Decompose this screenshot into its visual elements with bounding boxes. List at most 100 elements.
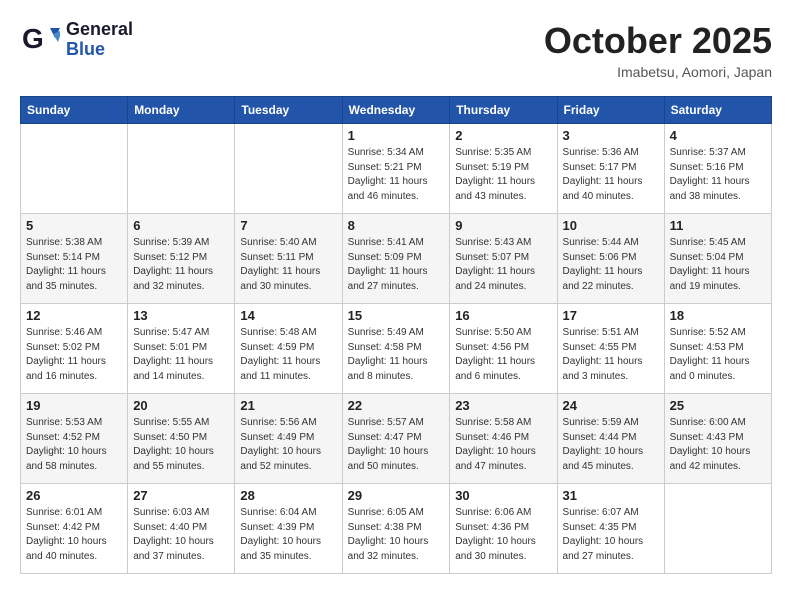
day-number: 4: [670, 128, 766, 143]
day-number: 14: [240, 308, 336, 323]
calendar-cell: 6 Sunrise: 5:39 AM Sunset: 5:12 PM Daylig…: [128, 214, 235, 304]
calendar-cell: 17 Sunrise: 5:51 AM Sunset: 4:55 PM Dayli…: [557, 304, 664, 394]
day-number: 29: [348, 488, 445, 503]
day-info: Sunrise: 5:36 AM Sunset: 5:17 PM Dayligh…: [563, 146, 659, 204]
calendar-cell: 14Sunrise: 5:48 AM Sunset: 4:59 PM Dayli…: [235, 304, 342, 394]
calendar-body: 1 Sunrise: 5:34 AM Sunset: 5:21 PM Daylig…: [21, 124, 772, 574]
calendar-cell: 2Sunrise: 5:35 AM Sunset: 5:19 PM Daylig…: [450, 124, 557, 214]
calendar-cell: 18 Sunrise: 5:52 AM Sunset: 4:53 PM Dayli…: [664, 304, 771, 394]
day-info: Sunrise: 5:39 AM Sunset: 5:12 PM Dayligh…: [133, 236, 229, 294]
day-info: Sunrise: 5:43 AM Sunset: 5:07 PM Dayligh…: [455, 236, 551, 294]
calendar-cell: 27 Sunrise: 6:03 AM Sunset: 4:40 PM Dayli…: [128, 484, 235, 574]
calendar-cell: 23 Sunrise: 5:58 AM Sunset: 4:46 PM Dayli…: [450, 394, 557, 484]
calendar-cell: 21 Sunrise: 5:56 AM Sunset: 4:49 PM Dayli…: [235, 394, 342, 484]
day-number: 31: [563, 488, 659, 503]
calendar-cell: 13 Sunrise: 5:47 AM Sunset: 5:01 PM Dayli…: [128, 304, 235, 394]
day-number: 10: [563, 218, 659, 233]
calendar-cell: 12 Sunrise: 5:46 AM Sunset: 5:02 PM Dayli…: [21, 304, 128, 394]
day-number: 27: [133, 488, 229, 503]
calendar-cell: 7 Sunrise: 5:40 AM Sunset: 5:11 PM Daylig…: [235, 214, 342, 304]
calendar-cell: 9Sunrise: 5:43 AM Sunset: 5:07 PM Daylig…: [450, 214, 557, 304]
calendar-cell: 31 Sunrise: 6:07 AM Sunset: 4:35 PM Dayli…: [557, 484, 664, 574]
weekday-thursday: Thursday: [450, 97, 557, 124]
calendar-cell: 19 Sunrise: 5:53 AM Sunset: 4:52 PM Dayli…: [21, 394, 128, 484]
week-row-5: 26 Sunrise: 6:01 AM Sunset: 4:42 PM Dayli…: [21, 484, 772, 574]
weekday-tuesday: Tuesday: [235, 97, 342, 124]
calendar-cell: [128, 124, 235, 214]
day-info: Sunrise: 6:03 AM Sunset: 4:40 PM Dayligh…: [133, 506, 229, 564]
day-info: Sunrise: 5:56 AM Sunset: 4:49 PM Dayligh…: [240, 416, 336, 474]
day-number: 16: [455, 308, 551, 323]
week-row-3: 12 Sunrise: 5:46 AM Sunset: 5:02 PM Dayli…: [21, 304, 772, 394]
week-row-1: 1 Sunrise: 5:34 AM Sunset: 5:21 PM Daylig…: [21, 124, 772, 214]
logo-text: General Blue: [66, 20, 133, 60]
calendar-cell: 20 Sunrise: 5:55 AM Sunset: 4:50 PM Dayli…: [128, 394, 235, 484]
day-number: 28: [240, 488, 336, 503]
day-number: 25: [670, 398, 766, 413]
month-title: October 2025: [544, 20, 772, 62]
calendar-cell: 16Sunrise: 5:50 AM Sunset: 4:56 PM Dayli…: [450, 304, 557, 394]
day-info: Sunrise: 5:40 AM Sunset: 5:11 PM Dayligh…: [240, 236, 336, 294]
calendar-cell: 22 Sunrise: 5:57 AM Sunset: 4:47 PM Dayli…: [342, 394, 450, 484]
day-number: 3: [563, 128, 659, 143]
day-number: 6: [133, 218, 229, 233]
day-number: 23: [455, 398, 551, 413]
day-info: Sunrise: 5:38 AM Sunset: 5:14 PM Dayligh…: [26, 236, 122, 294]
day-info: Sunrise: 5:58 AM Sunset: 4:46 PM Dayligh…: [455, 416, 551, 474]
day-info: Sunrise: 6:07 AM Sunset: 4:35 PM Dayligh…: [563, 506, 659, 564]
day-info: Sunrise: 5:51 AM Sunset: 4:55 PM Dayligh…: [563, 326, 659, 384]
day-number: 8: [348, 218, 445, 233]
calendar-cell: 11Sunrise: 5:45 AM Sunset: 5:04 PM Dayli…: [664, 214, 771, 304]
day-info: Sunrise: 5:59 AM Sunset: 4:44 PM Dayligh…: [563, 416, 659, 474]
day-number: 30: [455, 488, 551, 503]
day-number: 7: [240, 218, 336, 233]
logo-line2: Blue: [66, 40, 133, 60]
calendar-cell: 3 Sunrise: 5:36 AM Sunset: 5:17 PM Daylig…: [557, 124, 664, 214]
day-number: 20: [133, 398, 229, 413]
day-info: Sunrise: 6:05 AM Sunset: 4:38 PM Dayligh…: [348, 506, 445, 564]
title-block: October 2025 Imabetsu, Aomori, Japan: [544, 20, 772, 80]
calendar-cell: 25 Sunrise: 6:00 AM Sunset: 4:43 PM Dayli…: [664, 394, 771, 484]
day-number: 17: [563, 308, 659, 323]
day-info: Sunrise: 5:49 AM Sunset: 4:58 PM Dayligh…: [348, 326, 445, 384]
weekday-monday: Monday: [128, 97, 235, 124]
svg-text:G: G: [22, 23, 44, 54]
day-number: 1: [348, 128, 445, 143]
day-info: Sunrise: 5:52 AM Sunset: 4:53 PM Dayligh…: [670, 326, 766, 384]
calendar-cell: [21, 124, 128, 214]
calendar-cell: 15 Sunrise: 5:49 AM Sunset: 4:58 PM Dayli…: [342, 304, 450, 394]
day-number: 24: [563, 398, 659, 413]
day-info: Sunrise: 5:53 AM Sunset: 4:52 PM Dayligh…: [26, 416, 122, 474]
day-number: 26: [26, 488, 122, 503]
location: Imabetsu, Aomori, Japan: [544, 64, 772, 80]
calendar-cell: 24 Sunrise: 5:59 AM Sunset: 4:44 PM Dayli…: [557, 394, 664, 484]
day-info: Sunrise: 6:04 AM Sunset: 4:39 PM Dayligh…: [240, 506, 336, 564]
day-info: Sunrise: 5:34 AM Sunset: 5:21 PM Dayligh…: [348, 146, 445, 204]
day-info: Sunrise: 5:44 AM Sunset: 5:06 PM Dayligh…: [563, 236, 659, 294]
day-info: Sunrise: 5:35 AM Sunset: 5:19 PM Dayligh…: [455, 146, 551, 204]
day-info: Sunrise: 5:57 AM Sunset: 4:47 PM Dayligh…: [348, 416, 445, 474]
day-info: Sunrise: 5:46 AM Sunset: 5:02 PM Dayligh…: [26, 326, 122, 384]
calendar: SundayMondayTuesdayWednesdayThursdayFrid…: [20, 96, 772, 574]
day-info: Sunrise: 6:01 AM Sunset: 4:42 PM Dayligh…: [26, 506, 122, 564]
day-info: Sunrise: 5:47 AM Sunset: 5:01 PM Dayligh…: [133, 326, 229, 384]
day-info: Sunrise: 6:00 AM Sunset: 4:43 PM Dayligh…: [670, 416, 766, 474]
day-info: Sunrise: 5:41 AM Sunset: 5:09 PM Dayligh…: [348, 236, 445, 294]
day-number: 12: [26, 308, 122, 323]
logo-icon: G: [20, 20, 60, 60]
calendar-cell: 30 Sunrise: 6:06 AM Sunset: 4:36 PM Dayli…: [450, 484, 557, 574]
calendar-cell: 26 Sunrise: 6:01 AM Sunset: 4:42 PM Dayli…: [21, 484, 128, 574]
day-number: 13: [133, 308, 229, 323]
calendar-cell: [664, 484, 771, 574]
weekday-header-row: SundayMondayTuesdayWednesdayThursdayFrid…: [21, 97, 772, 124]
day-info: Sunrise: 5:55 AM Sunset: 4:50 PM Dayligh…: [133, 416, 229, 474]
day-info: Sunrise: 6:06 AM Sunset: 4:36 PM Dayligh…: [455, 506, 551, 564]
day-info: Sunrise: 5:45 AM Sunset: 5:04 PM Dayligh…: [670, 236, 766, 294]
day-number: 22: [348, 398, 445, 413]
weekday-friday: Friday: [557, 97, 664, 124]
day-number: 18: [670, 308, 766, 323]
day-number: 19: [26, 398, 122, 413]
day-number: 15: [348, 308, 445, 323]
calendar-cell: 10 Sunrise: 5:44 AM Sunset: 5:06 PM Dayli…: [557, 214, 664, 304]
day-number: 21: [240, 398, 336, 413]
